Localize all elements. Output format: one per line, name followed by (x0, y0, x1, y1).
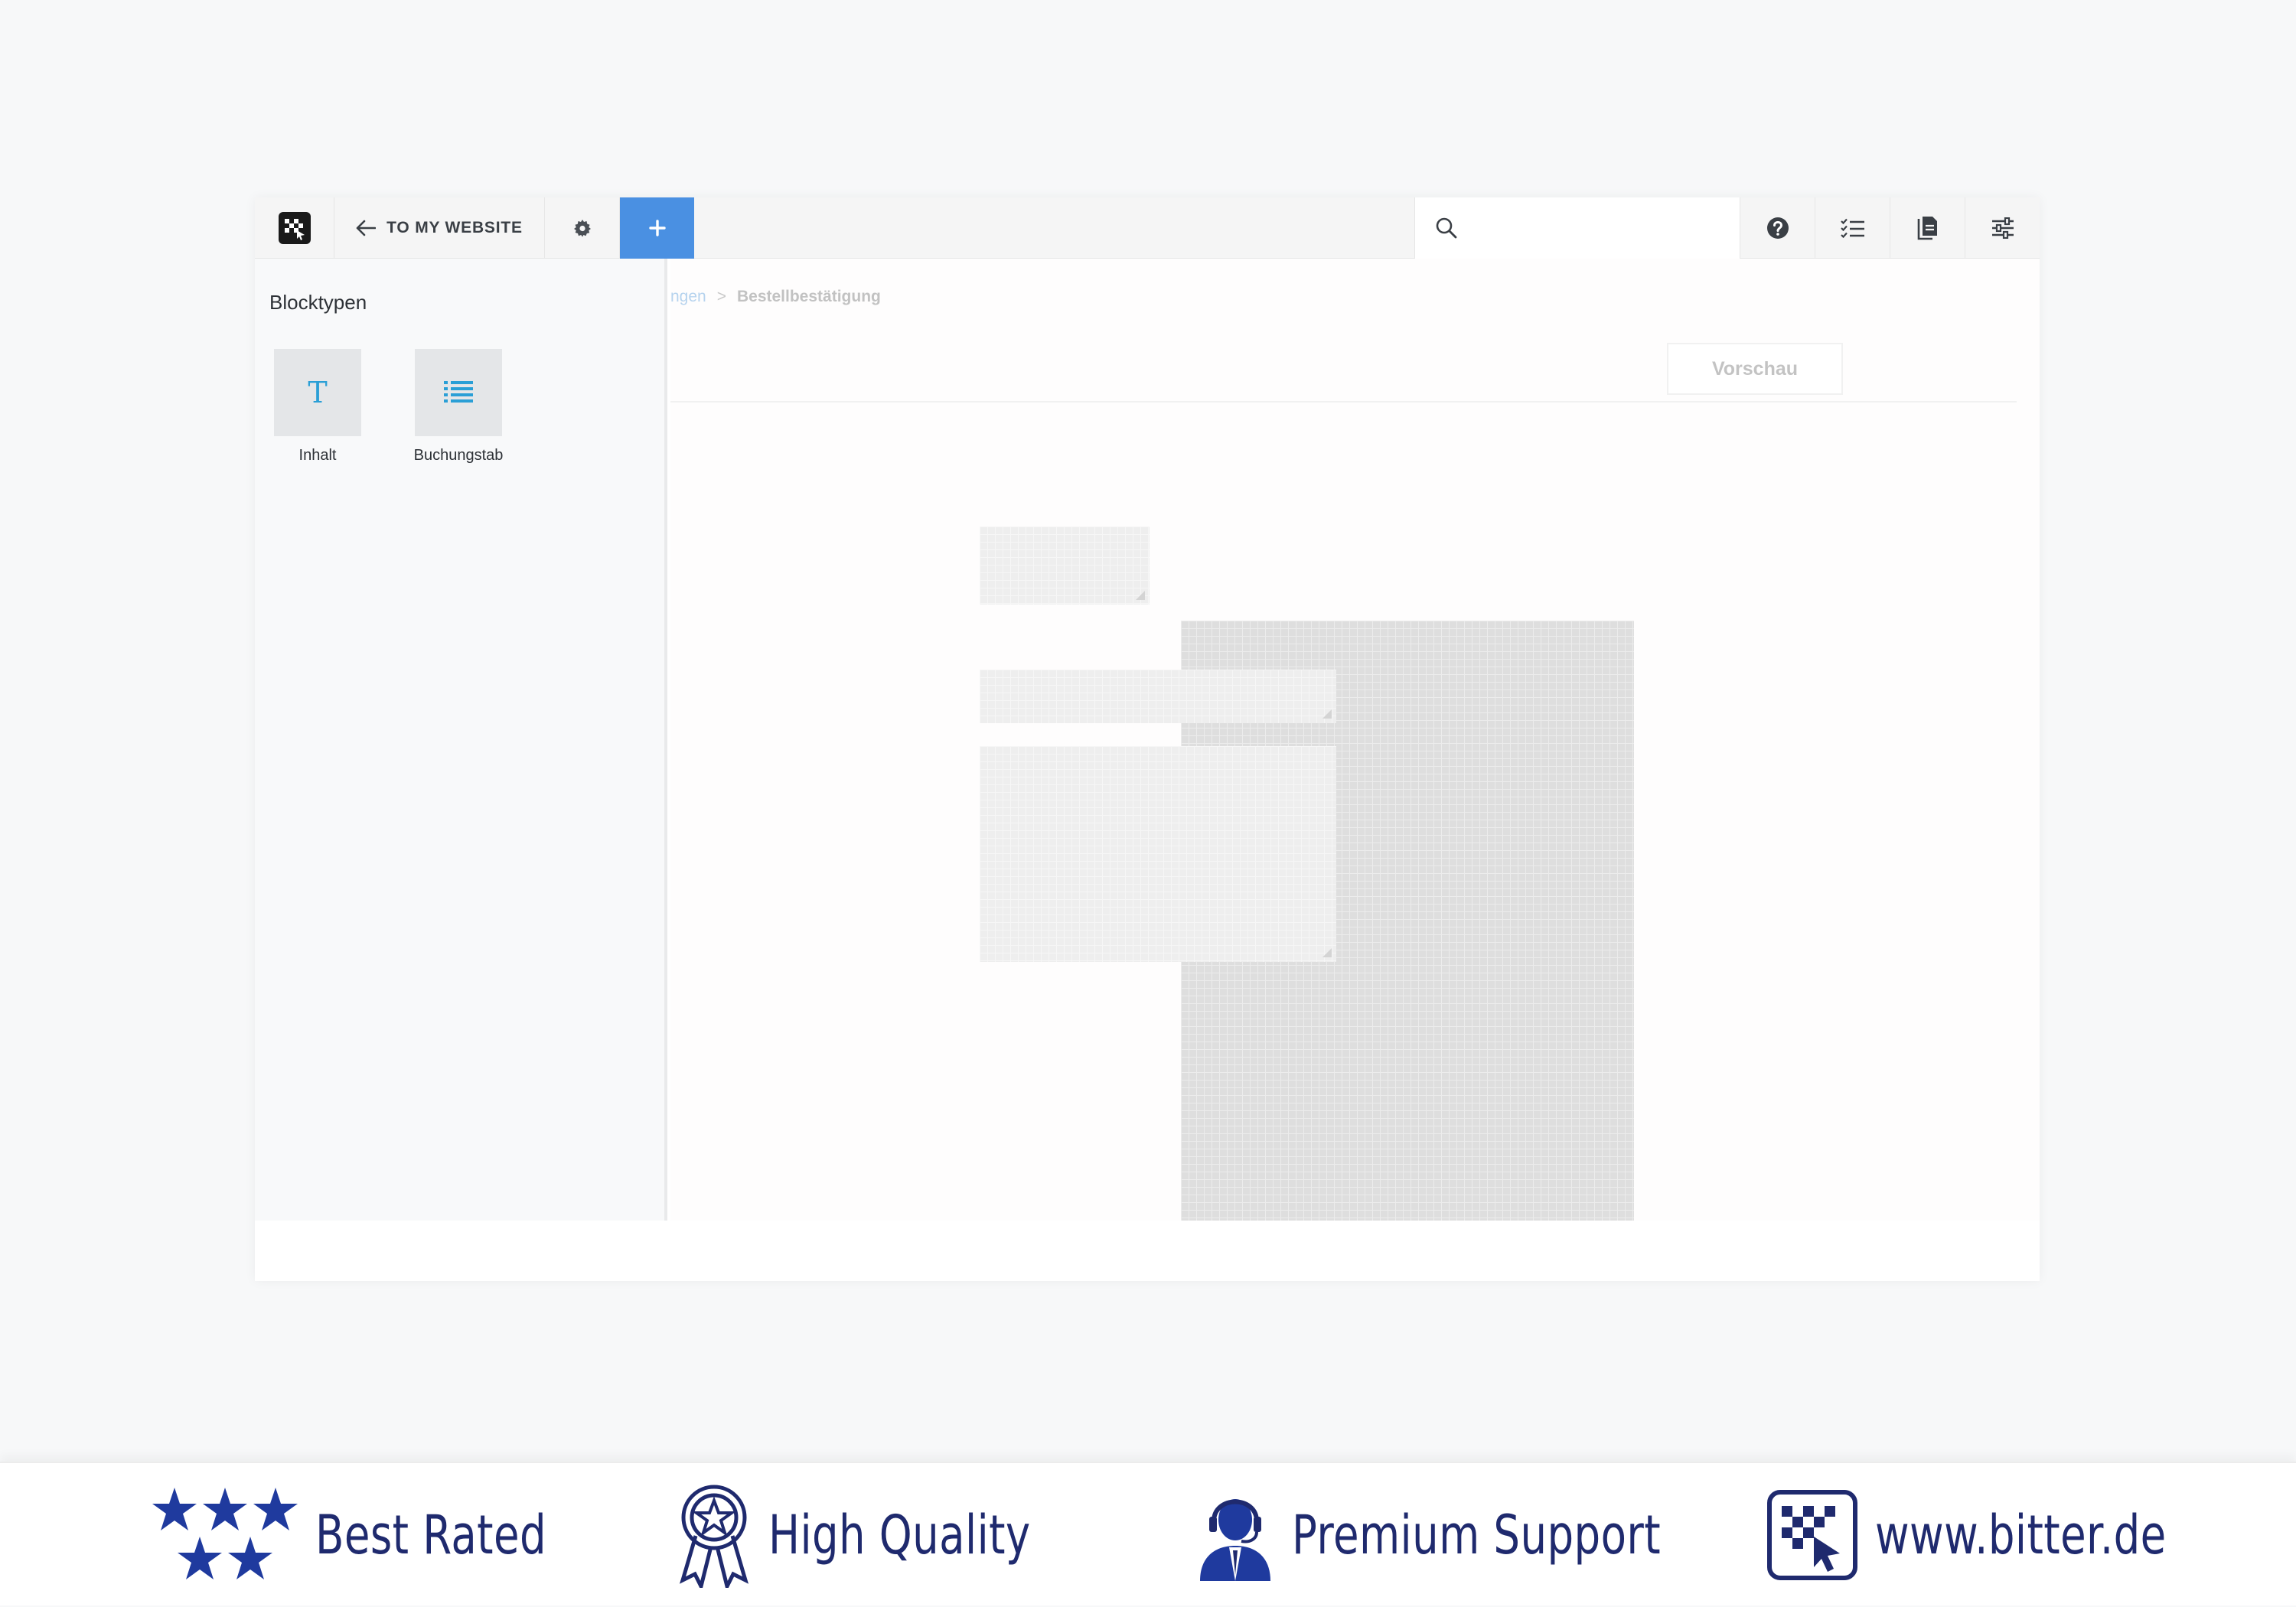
breadcrumb: ngen > Bestellbestätigung (670, 288, 881, 306)
block-type-label: Buchungstab (413, 447, 504, 464)
toolbar: TO MY WEBSITE (255, 197, 2040, 259)
editable-area-2[interactable] (980, 670, 1336, 723)
support-agent-icon (1200, 1499, 1270, 1581)
gear-icon (573, 220, 591, 237)
logo-button[interactable] (255, 197, 334, 259)
badge-high-quality: High Quality (677, 1463, 1104, 1607)
badge-label[interactable]: www.bitter.de (1875, 1504, 2167, 1566)
block-type-buchungstab[interactable]: Buchungstab (413, 349, 504, 464)
concrete-logo-icon (278, 212, 311, 244)
block-types-panel: Blocktypen T Inhalt Buchungstab (255, 259, 667, 1221)
block-type-inhalt[interactable]: T Inhalt (272, 349, 364, 464)
editable-area-1[interactable] (980, 526, 1150, 605)
block-type-tile[interactable]: T (274, 349, 361, 436)
breadcrumb-link[interactable]: ngen (670, 288, 706, 306)
plus-icon (648, 220, 666, 236)
checklist-button[interactable] (1815, 197, 1890, 259)
app-window: TO MY WEBSITE ngen > Bestellbestätigung … (255, 197, 2040, 1281)
promo-footer: Best Rated High Quality Premium Support (0, 1462, 2296, 1605)
sliders-button[interactable] (1965, 197, 2040, 259)
bitter-logo-icon (1767, 1490, 1857, 1580)
preview-button[interactable]: Vorschau (1667, 343, 1843, 395)
breadcrumb-separator: > (716, 288, 726, 305)
svg-text:T: T (308, 377, 327, 408)
editable-area-3[interactable] (980, 746, 1336, 962)
header-divider (670, 401, 2017, 403)
text-t-icon: T (308, 377, 327, 408)
badge-best-rated: Best Rated (152, 1463, 612, 1607)
block-type-label: Inhalt (298, 447, 337, 464)
sliders-icon (1991, 217, 2014, 239)
back-to-website-button[interactable]: TO MY WEBSITE (334, 197, 545, 259)
search-input[interactable] (1470, 213, 1730, 243)
arrow-left-icon (356, 220, 377, 236)
badge-premium-support: Premium Support (1195, 1463, 1765, 1607)
help-button[interactable] (1740, 197, 1815, 259)
award-ribbon-icon (679, 1485, 749, 1588)
stars-icon (152, 1488, 298, 1579)
breadcrumb-current: Bestellbestätigung (736, 288, 881, 305)
checklist-icon (1840, 218, 1864, 238)
badge-label: High Quality (768, 1504, 1031, 1566)
panel-title: Blocktypen (269, 291, 367, 314)
search-box (1414, 197, 1740, 259)
badge-label: Premium Support (1292, 1504, 1662, 1566)
add-block-button[interactable] (620, 197, 694, 259)
settings-button[interactable] (545, 197, 620, 259)
pages-icon (1917, 217, 1937, 240)
help-icon (1766, 217, 1789, 239)
back-to-website-label: TO MY WEBSITE (386, 219, 523, 236)
badge-label: Best Rated (315, 1504, 547, 1566)
window-footer (255, 1221, 2040, 1281)
pages-button[interactable] (1890, 197, 1965, 259)
badge-bitter-website[interactable]: www.bitter.de (1766, 1463, 2249, 1607)
list-icon (444, 381, 473, 403)
block-type-tile[interactable] (415, 349, 502, 436)
search-icon (1436, 217, 1457, 239)
